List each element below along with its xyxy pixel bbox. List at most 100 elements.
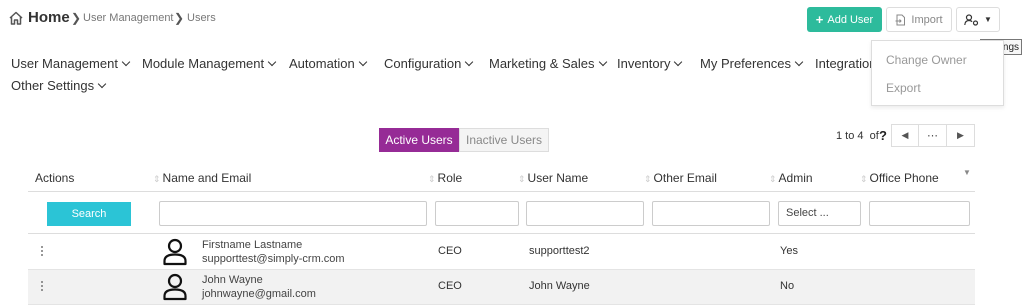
row-actions-menu-icon[interactable] bbox=[40, 245, 44, 259]
nav-item-module-management[interactable]: Module Management bbox=[142, 56, 277, 71]
pagination-range: 1 to 4 of bbox=[836, 130, 879, 142]
sort-icon: ⇕ bbox=[860, 174, 868, 184]
previous-page-button[interactable]: ◀ bbox=[891, 124, 919, 147]
column-admin[interactable]: ⇕ Admin bbox=[769, 171, 813, 185]
menu-item-change-owner[interactable]: Change Owner bbox=[886, 53, 967, 67]
sort-icon: ⇕ bbox=[518, 174, 526, 184]
nav-item-other-settings[interactable]: Other Settings bbox=[11, 78, 107, 93]
name-email-cell: John Wayne johnwayne@gmail.com bbox=[202, 273, 316, 301]
column-label: Role bbox=[437, 171, 463, 185]
admin-cell: No bbox=[780, 280, 795, 292]
import-label: Import bbox=[911, 13, 943, 26]
tab-inactive-users[interactable]: Inactive Users bbox=[459, 128, 549, 152]
sort-icon: ⇕ bbox=[644, 174, 652, 184]
column-office-phone[interactable]: ⇕ Office Phone bbox=[860, 171, 939, 185]
column-label: Name and Email bbox=[162, 171, 252, 185]
sort-icon: ⇕ bbox=[153, 174, 161, 184]
nav-label: Integration bbox=[815, 56, 877, 71]
chevron-down-icon bbox=[598, 57, 607, 67]
table-row[interactable]: John Wayne johnwayne@gmail.com CEO John … bbox=[28, 270, 975, 305]
nav-item-marketing-sales[interactable]: Marketing & Sales bbox=[489, 56, 607, 71]
nav-item-inventory[interactable]: Inventory bbox=[617, 56, 683, 71]
column-user-name[interactable]: ⇕ User Name bbox=[518, 171, 588, 185]
nav-item-user-management[interactable]: User Management bbox=[11, 56, 131, 71]
chevron-down-icon bbox=[674, 57, 683, 67]
column-role[interactable]: ⇕ Role bbox=[428, 171, 462, 185]
nav-label: Other Settings bbox=[11, 78, 95, 93]
breadcrumb-users: Users bbox=[187, 12, 216, 24]
menu-item-export[interactable]: Export bbox=[886, 81, 921, 95]
table-header: Actions ⇕ Name and Email ⇕ Role ⇕ User Name… bbox=[28, 164, 975, 192]
sort-icon: ⇕ bbox=[428, 174, 436, 184]
caret-left-icon: ◀ bbox=[901, 130, 909, 140]
role-filter-input[interactable] bbox=[435, 201, 519, 226]
user-email: johnwayne@gmail.com bbox=[202, 288, 316, 300]
chevron-down-icon bbox=[794, 57, 804, 67]
import-button[interactable]: Import bbox=[886, 7, 952, 32]
sort-icon: ⇕ bbox=[769, 174, 777, 184]
column-options-icon[interactable]: ▼ bbox=[963, 168, 971, 177]
user-avatar-icon bbox=[163, 273, 187, 301]
nav-label: My Preferences bbox=[700, 56, 792, 71]
import-icon bbox=[895, 14, 906, 25]
tab-active-users[interactable]: Active Users bbox=[379, 128, 459, 152]
user-email: supporttest@simply-crm.com bbox=[202, 253, 345, 265]
column-name-email[interactable]: ⇕ Name and Email bbox=[153, 171, 251, 185]
user-full-name[interactable]: Firstname Lastname bbox=[202, 238, 345, 252]
search-button[interactable]: Search bbox=[47, 202, 131, 226]
other-email-filter-input[interactable] bbox=[652, 201, 770, 226]
chevron-right-icon: ❯ bbox=[174, 11, 185, 25]
column-actions: Actions bbox=[35, 171, 75, 185]
breadcrumb-home[interactable]: Home bbox=[28, 9, 70, 26]
user-settings-icon bbox=[964, 13, 979, 26]
settings-dropdown-menu: Change Owner Export bbox=[871, 40, 1004, 106]
office-phone-filter-input[interactable] bbox=[869, 201, 970, 226]
column-other-email[interactable]: ⇕ Other Email bbox=[644, 171, 717, 185]
nav-label: Marketing & Sales bbox=[489, 56, 595, 71]
breadcrumb-user-management[interactable]: User Management bbox=[83, 12, 174, 24]
total-count-button[interactable]: ? bbox=[879, 128, 887, 143]
role-cell: CEO bbox=[438, 245, 462, 257]
nav-item-configuration[interactable]: Configuration bbox=[384, 56, 474, 71]
nav-item-automation[interactable]: Automation bbox=[289, 56, 368, 71]
nav-item-my-preferences[interactable]: My Preferences bbox=[700, 56, 804, 71]
chevron-down-icon bbox=[267, 57, 277, 67]
nav-label: Module Management bbox=[142, 56, 265, 71]
caret-right-icon: ▶ bbox=[957, 130, 964, 140]
nav-label: Configuration bbox=[384, 56, 462, 71]
chevron-down-icon bbox=[121, 57, 131, 67]
add-user-button[interactable]: + Add User bbox=[807, 7, 882, 32]
top-bar: Home ❯ User Management ❯ Users + Add Use… bbox=[0, 0, 1024, 38]
column-label: Office Phone bbox=[869, 171, 939, 185]
name-email-cell: Firstname Lastname supporttest@simply-cr… bbox=[202, 238, 345, 266]
user-name-cell: John Wayne bbox=[529, 280, 590, 292]
user-avatar-icon bbox=[163, 238, 187, 266]
page-jump-button[interactable]: ⋯ bbox=[918, 124, 947, 147]
user-name-filter-input[interactable] bbox=[526, 201, 644, 226]
chevron-down-icon bbox=[358, 57, 368, 67]
next-page-button[interactable]: ▶ bbox=[946, 124, 975, 147]
admin-cell: Yes bbox=[780, 245, 798, 257]
chevron-right-icon: ❯ bbox=[71, 11, 82, 25]
role-cell: CEO bbox=[438, 280, 462, 292]
caret-down-icon: ▼ bbox=[984, 15, 992, 24]
row-actions-menu-icon[interactable] bbox=[40, 280, 44, 294]
user-full-name[interactable]: John Wayne bbox=[202, 273, 316, 287]
plus-icon: + bbox=[815, 12, 824, 27]
user-name-cell: supporttest2 bbox=[529, 245, 590, 257]
of-text: of bbox=[869, 130, 879, 142]
chevron-down-icon bbox=[465, 57, 474, 67]
home-icon[interactable] bbox=[8, 10, 24, 26]
column-label: Other Email bbox=[653, 171, 717, 185]
column-label: User Name bbox=[527, 171, 589, 185]
nav-label: Inventory bbox=[617, 56, 671, 71]
nav-item-integration[interactable]: Integration bbox=[815, 56, 876, 71]
admin-filter-select[interactable]: Select ... bbox=[778, 201, 861, 226]
name-email-filter-input[interactable] bbox=[159, 201, 427, 226]
column-label: Admin bbox=[778, 171, 813, 185]
table-row[interactable]: Firstname Lastname supporttest@simply-cr… bbox=[28, 235, 975, 270]
nav-label: Automation bbox=[289, 56, 355, 71]
nav-label: User Management bbox=[11, 56, 118, 71]
settings-dropdown-button[interactable]: ▼ bbox=[956, 7, 1000, 32]
add-user-label: Add User bbox=[827, 13, 874, 26]
